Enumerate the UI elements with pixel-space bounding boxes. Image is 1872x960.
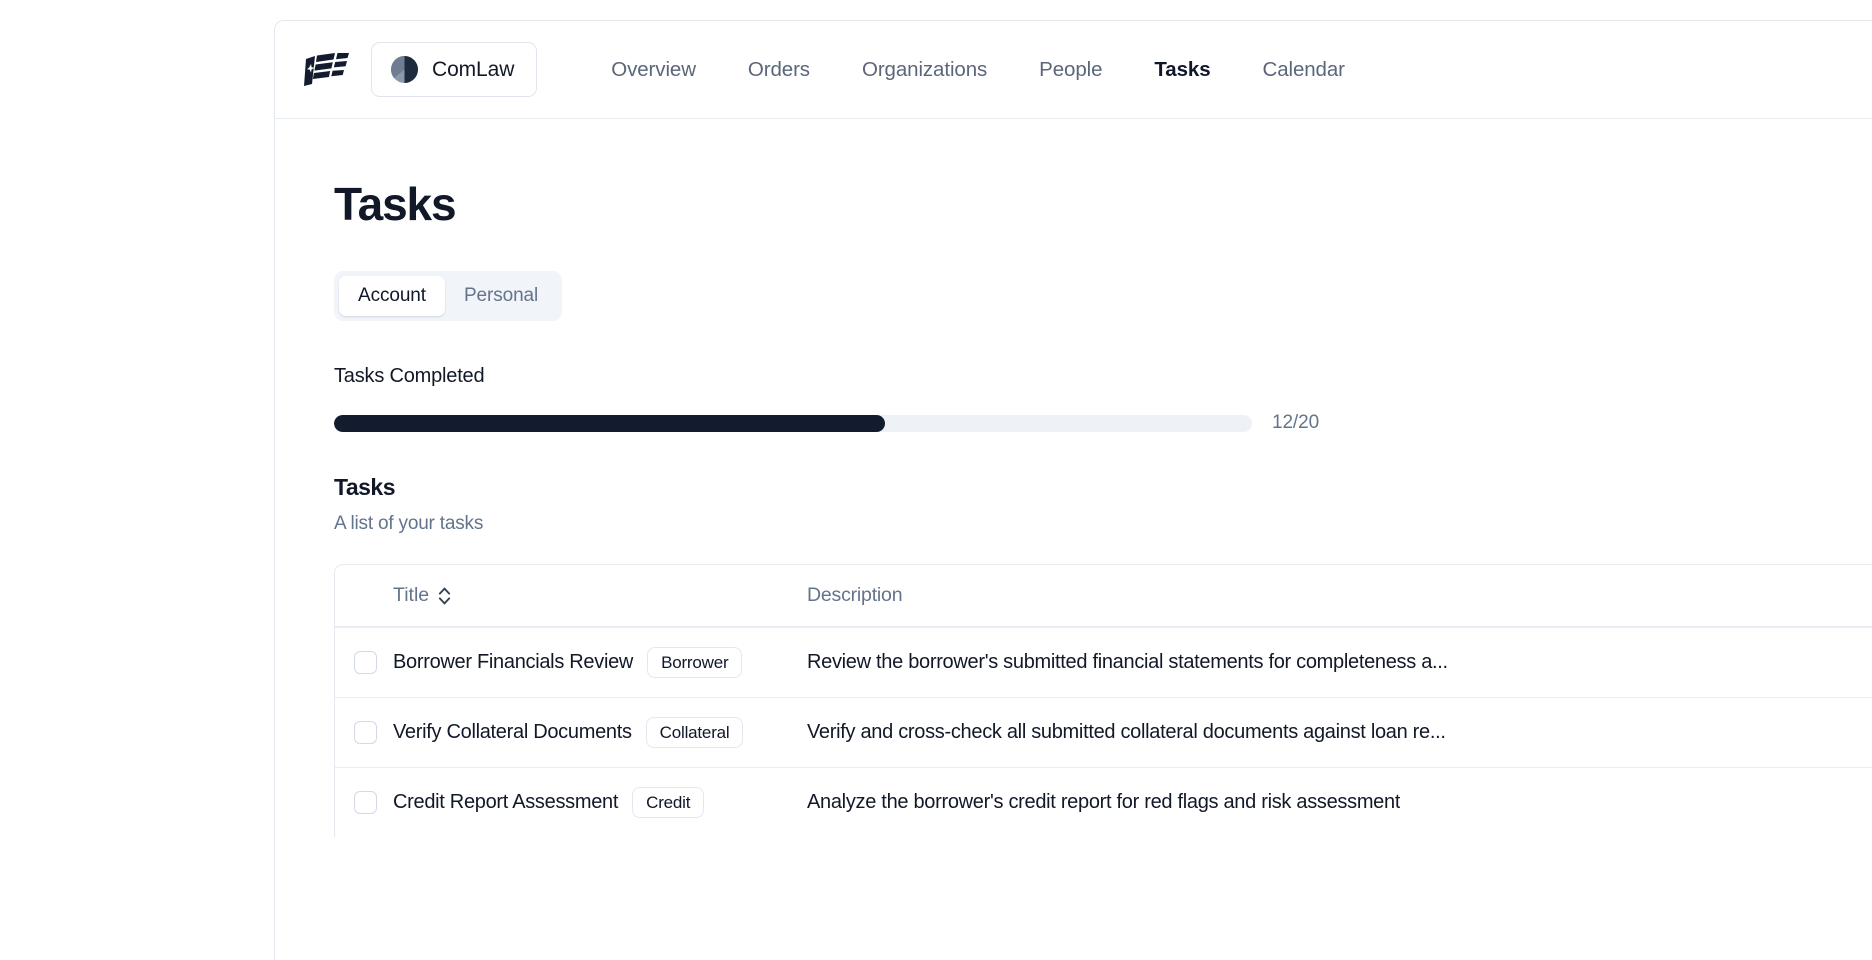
- app-window: ComLaw Overview Orders Organizations Peo…: [274, 20, 1872, 960]
- account-personal-tabs: Account Personal: [334, 271, 562, 321]
- task-description: Analyze the borrower's credit report for…: [807, 791, 1400, 814]
- tasks-card-header: Tasks A list of your tasks: [334, 474, 1872, 535]
- task-badge: Borrower: [647, 647, 742, 678]
- task-description: Verify and cross-check all submitted col…: [807, 721, 1446, 744]
- page-content: Tasks Account Personal Tasks Completed 1…: [275, 119, 1872, 837]
- task-checkbox[interactable]: [354, 651, 377, 674]
- nav-link-calendar[interactable]: Calendar: [1237, 50, 1371, 90]
- tasks-card-title: Tasks: [334, 474, 1872, 501]
- org-switcher-button[interactable]: ComLaw: [371, 42, 537, 97]
- primary-nav: Overview Orders Organizations People Tas…: [585, 50, 1371, 90]
- row-checkbox-cell: [335, 651, 393, 674]
- row-description-cell: Review the borrower's submitted financia…: [807, 651, 1872, 674]
- page-title: Tasks: [334, 181, 1872, 227]
- row-checkbox-cell: [335, 721, 393, 744]
- tab-personal[interactable]: Personal: [445, 276, 557, 316]
- tasks-table: Title Description: [334, 564, 1872, 837]
- task-title: Credit Report Assessment: [393, 791, 618, 814]
- row-title-cell: Verify Collateral Documents Collateral: [393, 717, 807, 748]
- nav-link-people[interactable]: People: [1013, 50, 1128, 90]
- task-badge: Credit: [632, 787, 704, 818]
- tab-account[interactable]: Account: [339, 276, 445, 316]
- sort-by-title-button[interactable]: Title: [393, 584, 451, 607]
- tasks-card-subtitle: A list of your tasks: [334, 513, 1872, 535]
- row-description-cell: Analyze the borrower's credit report for…: [807, 791, 1872, 814]
- table-row[interactable]: Verify Collateral Documents Collateral V…: [335, 697, 1872, 767]
- task-description: Review the borrower's submitted financia…: [807, 651, 1448, 674]
- org-avatar-icon: [391, 56, 418, 83]
- nav-link-overview[interactable]: Overview: [585, 50, 722, 90]
- row-title-cell: Credit Report Assessment Credit: [393, 787, 807, 818]
- table-header-row: Title Description: [335, 565, 1872, 627]
- chevron-up-down-icon: [438, 587, 451, 605]
- nav-link-tasks[interactable]: Tasks: [1128, 50, 1236, 90]
- task-checkbox[interactable]: [354, 721, 377, 744]
- org-name-label: ComLaw: [432, 58, 514, 82]
- nav-link-organizations[interactable]: Organizations: [836, 50, 1013, 90]
- row-description-cell: Verify and cross-check all submitted col…: [807, 721, 1872, 744]
- row-checkbox-cell: [335, 791, 393, 814]
- task-badge: Collateral: [646, 717, 744, 748]
- table-row[interactable]: Borrower Financials Review Borrower Revi…: [335, 627, 1872, 697]
- nav-link-orders[interactable]: Orders: [722, 50, 836, 90]
- column-header-description: Description: [807, 584, 902, 607]
- progress-row: 12/20: [334, 412, 1872, 434]
- top-navigation-bar: ComLaw Overview Orders Organizations Peo…: [275, 21, 1872, 119]
- flag-logo-icon: [304, 53, 350, 87]
- table-row[interactable]: Credit Report Assessment Credit Analyze …: [335, 767, 1872, 837]
- header-title-cell: Title: [393, 584, 807, 607]
- header-description-cell: Description: [807, 584, 1872, 607]
- column-header-title: Title: [393, 584, 429, 607]
- progress-label: Tasks Completed: [334, 365, 1872, 388]
- task-title: Borrower Financials Review: [393, 651, 633, 674]
- task-title: Verify Collateral Documents: [393, 721, 632, 744]
- task-checkbox[interactable]: [354, 791, 377, 814]
- progress-bar-fill: [334, 415, 885, 432]
- tasks-progress-bar: [334, 415, 1252, 432]
- progress-count-label: 12/20: [1272, 412, 1319, 434]
- row-title-cell: Borrower Financials Review Borrower: [393, 647, 807, 678]
